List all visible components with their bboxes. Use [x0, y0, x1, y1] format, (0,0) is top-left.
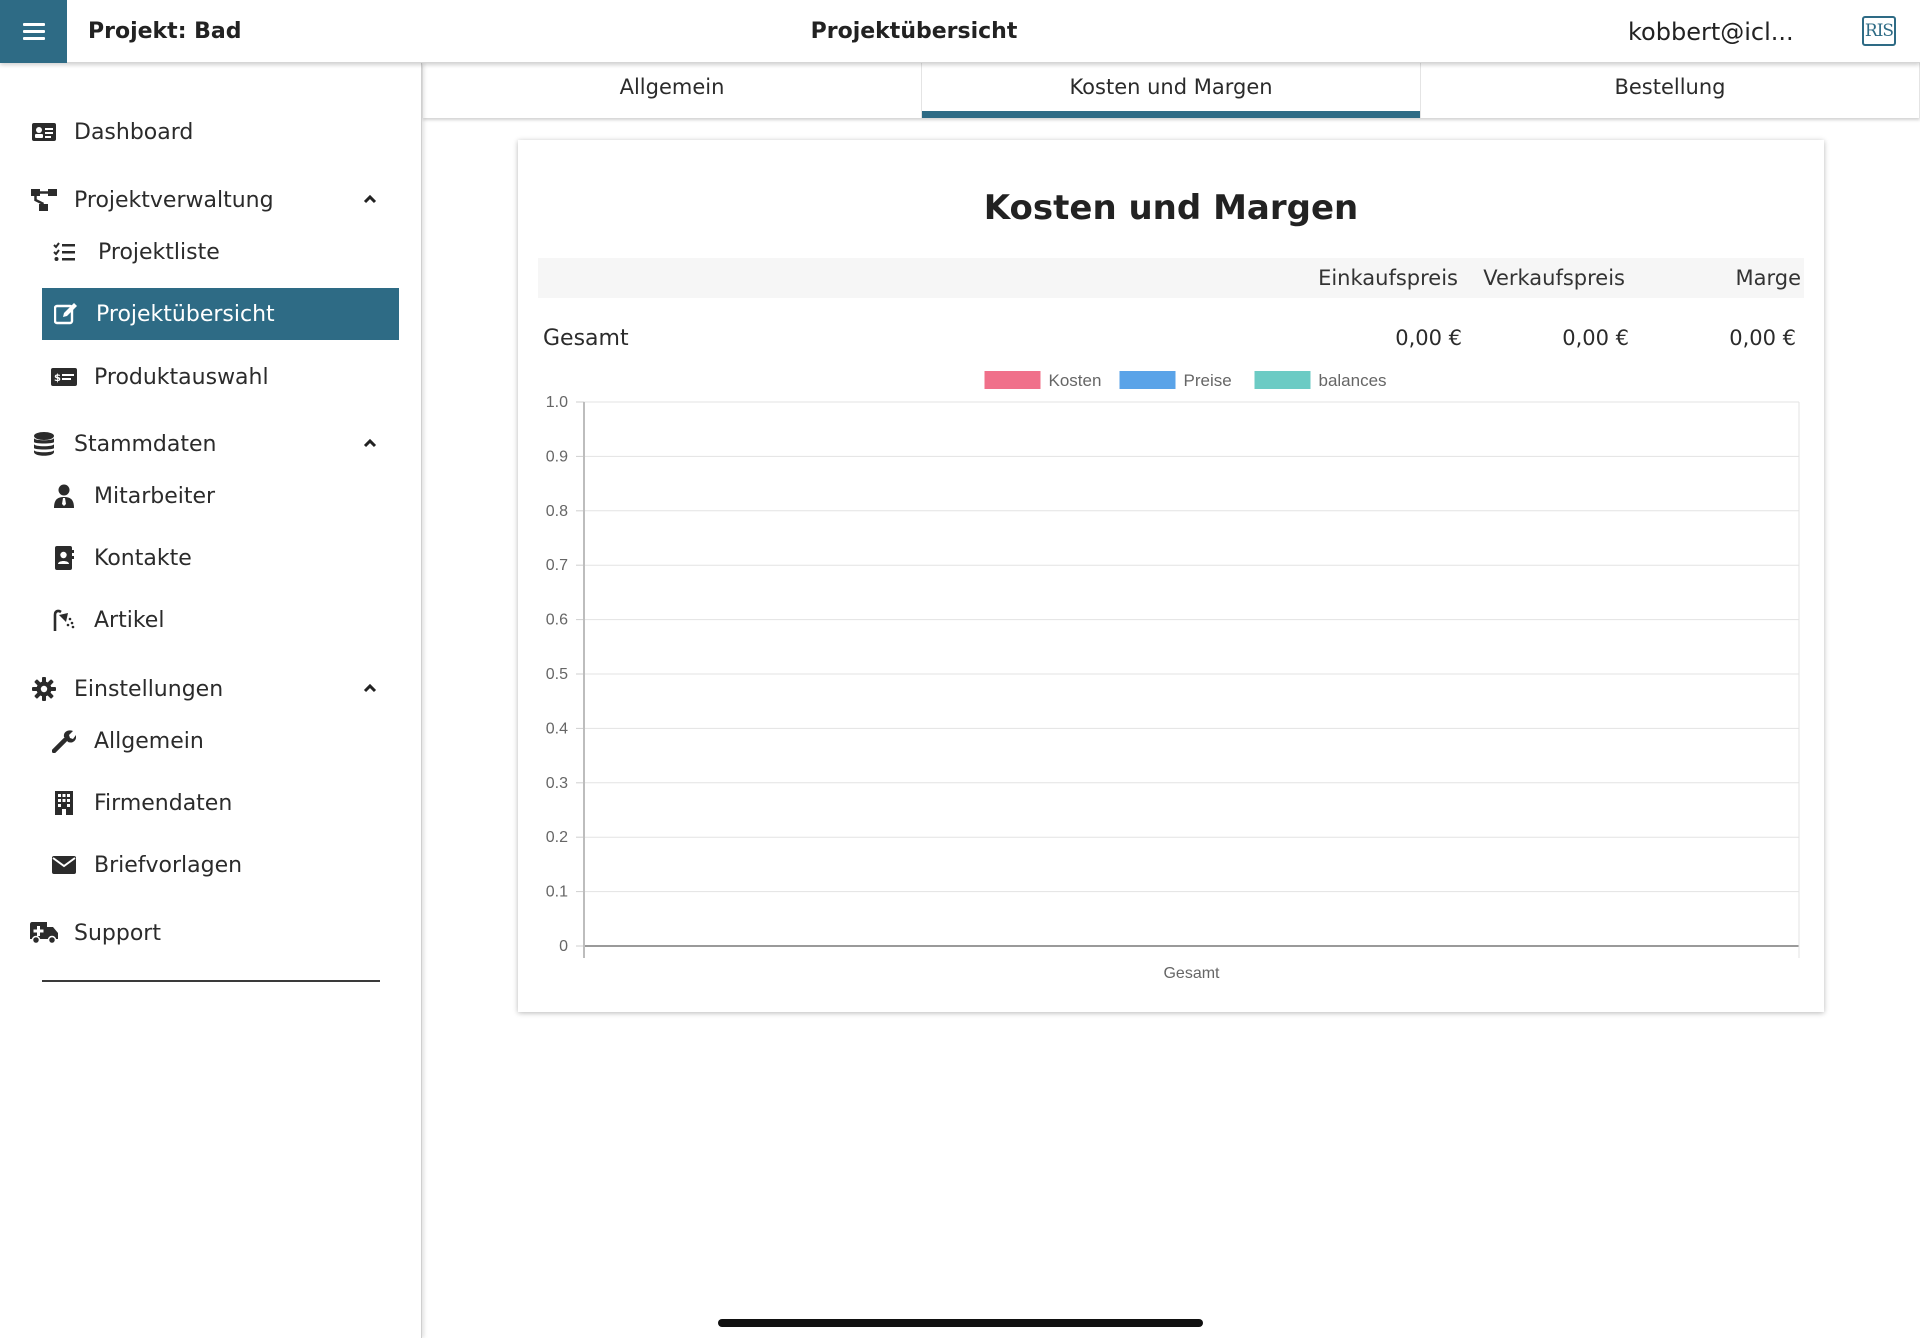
y-tick-label: 0.7 [546, 557, 568, 574]
money-check-icon: $ [50, 363, 78, 391]
checklist-icon [50, 238, 78, 266]
svg-text:$: $ [54, 373, 61, 384]
legend-label-kosten: Kosten [1049, 371, 1102, 390]
legend-label-preise: Preise [1184, 371, 1232, 390]
sidebar-item-projektliste[interactable]: Projektliste [50, 227, 391, 277]
legend-swatch-balances [1254, 371, 1311, 389]
user-email[interactable]: kobbert@icl... [1628, 18, 1794, 46]
wrench-icon [50, 727, 78, 755]
legend-label-balances: balances [1319, 371, 1387, 390]
sidebar-item-einstellungen[interactable]: Einstellungen [30, 664, 391, 714]
building-icon [50, 789, 78, 817]
sidebar-item-dashboard[interactable]: Dashboard [30, 107, 391, 157]
page-title: Projektübersicht [810, 19, 1018, 44]
y-tick-label: 1.0 [546, 394, 568, 411]
tab-bestellung[interactable]: Bestellung [1421, 63, 1920, 118]
sidebar-item-label: Projektliste [98, 239, 220, 265]
sidebar-item-label: Einstellungen [74, 676, 224, 702]
sidebar-item-briefvorlagen[interactable]: Briefvorlagen [50, 840, 391, 890]
sidebar-item-support[interactable]: Support [30, 908, 391, 958]
sidebar-item-stammdaten[interactable]: Stammdaten [30, 419, 391, 469]
gear-icon [30, 675, 58, 703]
sidebar-item-label: Projektübersicht [96, 301, 275, 327]
sidebar-item-projektuebersicht[interactable]: Projektübersicht [42, 288, 399, 340]
sidebar-divider [42, 980, 380, 982]
sidebar: Dashboard Projektverwaltung Projektliste… [0, 63, 422, 1338]
address-book-icon [50, 544, 78, 572]
sidebar-item-allgemein[interactable]: Allgemein [50, 716, 391, 766]
legend-swatch-kosten [984, 371, 1041, 389]
sidebar-item-produktauswahl[interactable]: $ Produktauswahl [50, 352, 391, 402]
sitemap-icon [30, 186, 58, 214]
chevron-up-icon[interactable] [363, 678, 377, 697]
y-tick-label: 0.4 [546, 720, 568, 737]
id-card-icon [30, 118, 58, 146]
sidebar-item-label: Stammdaten [74, 431, 217, 457]
chevron-up-icon[interactable] [363, 189, 377, 208]
y-tick-label: 0.6 [546, 612, 568, 629]
edit-icon [52, 300, 80, 328]
legend-swatch-preise [1119, 371, 1176, 389]
sidebar-item-mitarbeiter[interactable]: Mitarbeiter [50, 471, 391, 521]
sidebar-item-label: Allgemein [94, 728, 204, 754]
envelope-icon [50, 851, 78, 879]
database-icon [30, 430, 58, 458]
app-header: Projekt: Bad Projektübersicht kobbert@ic… [0, 0, 1920, 63]
sidebar-item-label: Projektverwaltung [74, 187, 274, 213]
sidebar-item-label: Artikel [94, 607, 165, 633]
y-tick-label: 0.5 [546, 666, 568, 683]
sidebar-item-artikel[interactable]: Artikel [50, 595, 391, 645]
y-tick-label: 0.8 [546, 503, 568, 520]
sidebar-item-label: Produktauswahl [94, 364, 269, 390]
company-logo: RIS [1862, 16, 1896, 46]
sidebar-item-label: Briefvorlagen [94, 852, 243, 878]
costs-margins-card: Kosten und Margen Einkaufspreis Verkaufs… [518, 140, 1824, 1012]
sidebar-item-kontakte[interactable]: Kontakte [50, 533, 391, 583]
tab-allgemein[interactable]: Allgemein [423, 63, 922, 118]
y-tick-label: 0 [559, 938, 568, 955]
tab-bar: Allgemein Kosten und Margen Bestellung [423, 63, 1920, 118]
chevron-up-icon[interactable] [363, 433, 377, 452]
y-tick-label: 0.3 [546, 775, 568, 792]
y-tick-label: 0.1 [546, 884, 568, 901]
bar-chart: 0 0.1 0.2 0.3 0.4 0.5 0.6 0.7 0.8 0.9 1.0 Gesamt Kos… [546, 371, 1800, 982]
y-tick-label: 0.2 [546, 829, 568, 846]
x-tick-label: Gesamt [1163, 965, 1220, 982]
sidebar-item-projektverwaltung[interactable]: Projektverwaltung [30, 175, 391, 225]
ambulance-icon [30, 919, 58, 947]
sidebar-item-label: Dashboard [74, 119, 194, 145]
sidebar-item-firmendaten[interactable]: Firmendaten [50, 778, 391, 828]
home-indicator [718, 1319, 1203, 1327]
sidebar-item-label: Firmendaten [94, 790, 233, 816]
sidebar-item-label: Mitarbeiter [94, 483, 216, 509]
sidebar-item-label: Kontakte [94, 545, 192, 571]
sidebar-item-label: Support [74, 920, 161, 946]
shower-icon [50, 606, 78, 634]
y-tick-label: 0.9 [546, 448, 568, 465]
user-tie-icon [50, 482, 78, 510]
tab-kosten-und-margen[interactable]: Kosten und Margen [922, 63, 1421, 118]
